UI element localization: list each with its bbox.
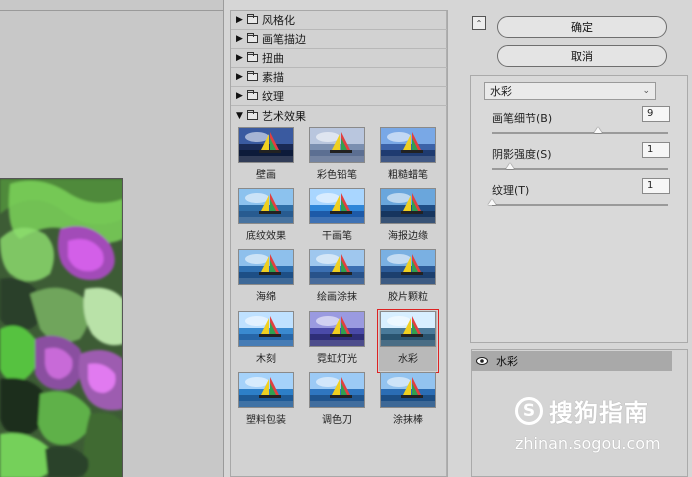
thumbnail-preview-image [380, 127, 436, 163]
ok-button[interactable]: 确定 [497, 16, 667, 38]
folder-icon [247, 33, 258, 43]
folder-open-icon [247, 109, 258, 120]
thumbnail-label: 塑料包装 [246, 415, 286, 426]
param-shadow-intensity: 阴影强度(S) 1 [492, 142, 670, 176]
effect-layer-row[interactable]: 水彩 [472, 351, 672, 371]
thumbnail-label: 木刻 [256, 354, 276, 365]
chevron-down-icon: ⌄ [642, 86, 650, 96]
thumbnail-preview-image [380, 372, 436, 408]
filter-thumbnail[interactable]: 木刻 [237, 311, 295, 371]
cancel-button[interactable]: 取消 [497, 45, 667, 67]
thumbnail-preview-image [309, 311, 365, 347]
thumbnail-preview-image [380, 188, 436, 224]
filter-thumbnail[interactable]: 底纹效果 [237, 188, 295, 248]
category-brush-strokes[interactable]: ▶ 画笔描边 [231, 30, 447, 49]
thumbnail-label: 涂抹棒 [393, 415, 423, 426]
filter-thumbnail[interactable]: 霓虹灯光 [308, 311, 366, 371]
slider-knob[interactable] [505, 163, 514, 169]
filter-thumbnail[interactable]: 海绵 [237, 249, 295, 309]
thumbnail-preview-image [309, 127, 365, 163]
layer-name: 水彩 [496, 355, 518, 368]
thumbnail-preview-image [309, 372, 365, 408]
folder-icon [247, 14, 258, 24]
param-label: 画笔细节(B) [492, 112, 553, 125]
preview-image [0, 178, 123, 477]
folder-icon [247, 71, 258, 81]
param-value-input[interactable]: 1 [642, 142, 670, 158]
filter-thumbnail[interactable]: 彩色铅笔 [308, 127, 366, 187]
slider-knob[interactable] [593, 127, 602, 133]
category-stylize[interactable]: ▶ 风格化 [231, 11, 447, 30]
thumbnail-preview-image [238, 188, 294, 224]
slider-knob[interactable] [488, 199, 496, 205]
thumbnail-label: 水彩 [398, 354, 418, 365]
thumbnail-label: 胶片颗粒 [388, 292, 428, 303]
slider-track[interactable] [492, 204, 668, 206]
filter-thumbnail[interactable]: 壁画 [237, 127, 295, 187]
filter-select[interactable]: 水彩 ⌄ [484, 82, 656, 100]
category-label: 素描 [262, 71, 284, 84]
folder-icon [247, 90, 258, 100]
filter-thumbnail[interactable]: 水彩 [377, 309, 439, 373]
category-distort[interactable]: ▶ 扭曲 [231, 49, 447, 68]
filter-thumbnail[interactable]: 干画笔 [308, 188, 366, 248]
thumbnail-label: 调色刀 [322, 415, 352, 426]
thumbnail-preview-image [238, 311, 294, 347]
filter-thumbnail[interactable]: 调色刀 [308, 372, 366, 432]
thumbnail-label: 壁画 [256, 170, 276, 181]
filter-thumbnail[interactable]: 绘画涂抹 [308, 249, 366, 309]
category-label: 风格化 [262, 14, 295, 27]
filter-gallery: ▶ 风格化 ▶ 画笔描边 ▶ 扭曲 ▶ 素描 ▶ 纹理 ▼ 艺术效果 壁画 彩色铅… [230, 10, 448, 477]
param-value-input[interactable]: 9 [642, 106, 670, 122]
thumbnail-preview-image [238, 249, 294, 285]
thumbnail-label: 海绵 [256, 292, 276, 303]
eye-icon[interactable] [472, 351, 492, 371]
category-texture[interactable]: ▶ 纹理 [231, 87, 447, 106]
collapse-arrow-icon: ▼ [236, 110, 243, 121]
filter-thumbnail[interactable]: 粗糙蜡笔 [379, 127, 437, 187]
thumbnail-preview-image [380, 249, 436, 285]
param-label: 阴影强度(S) [492, 148, 552, 161]
thumbnail-label: 霓虹灯光 [317, 354, 357, 365]
thumbnail-preview-image [238, 127, 294, 163]
options-panel: ⌃ 确定 取消 水彩 ⌄ 画笔细节(B) 9 阴影强度(S) 1 纹理(T) 1… [456, 0, 692, 477]
param-label: 纹理(T) [492, 184, 530, 197]
expand-arrow-icon: ▶ [236, 15, 243, 25]
thumbnail-preview-image [309, 188, 365, 224]
filter-select-value: 水彩 [490, 85, 512, 98]
filter-thumbnail[interactable]: 塑料包装 [237, 372, 295, 432]
thumbnail-label: 绘画涂抹 [317, 292, 357, 303]
thumbnail-preview-image [309, 249, 365, 285]
thumbnail-label: 彩色铅笔 [317, 170, 357, 181]
collapse-panel-button[interactable]: ⌃ [472, 16, 486, 30]
category-label: 画笔描边 [262, 33, 306, 46]
slider-track[interactable] [492, 132, 668, 134]
expand-arrow-icon: ▶ [236, 91, 243, 101]
category-artistic[interactable]: ▼ 艺术效果 [231, 106, 447, 125]
preview-area[interactable] [0, 0, 224, 477]
slider-track[interactable] [492, 168, 668, 170]
thumbnail-label: 海报边缘 [388, 231, 428, 242]
category-label: 纹理 [262, 90, 284, 103]
category-label: 艺术效果 [262, 109, 306, 123]
thumbnail-label: 底纹效果 [246, 231, 286, 242]
expand-arrow-icon: ▶ [236, 34, 243, 44]
filter-thumbnail[interactable]: 海报边缘 [379, 188, 437, 248]
chevron-up-icon: ⌃ [475, 18, 483, 28]
param-brush-detail: 画笔细节(B) 9 [492, 106, 670, 140]
param-texture: 纹理(T) 1 [488, 178, 670, 212]
expand-arrow-icon: ▶ [236, 72, 243, 82]
filter-thumbnail[interactable]: 胶片颗粒 [379, 249, 437, 309]
filter-thumbnail[interactable]: 涂抹棒 [379, 372, 437, 432]
expand-arrow-icon: ▶ [236, 53, 243, 63]
category-sketch[interactable]: ▶ 素描 [231, 68, 447, 87]
thumbnail-preview-image [380, 311, 436, 347]
param-value-input[interactable]: 1 [642, 178, 670, 194]
thumbnail-label: 干画笔 [322, 231, 352, 242]
folder-icon [247, 52, 258, 62]
thumbnail-grid: 壁画 彩色铅笔 粗糙蜡笔底纹效果 干画笔 海报边缘海绵 绘画涂抹 胶片颗粒木刻 霓虹灯光 水彩塑… [231, 127, 447, 447]
category-label: 扭曲 [262, 52, 284, 65]
thumbnail-label: 粗糙蜡笔 [388, 170, 428, 181]
thumbnail-preview-image [238, 372, 294, 408]
